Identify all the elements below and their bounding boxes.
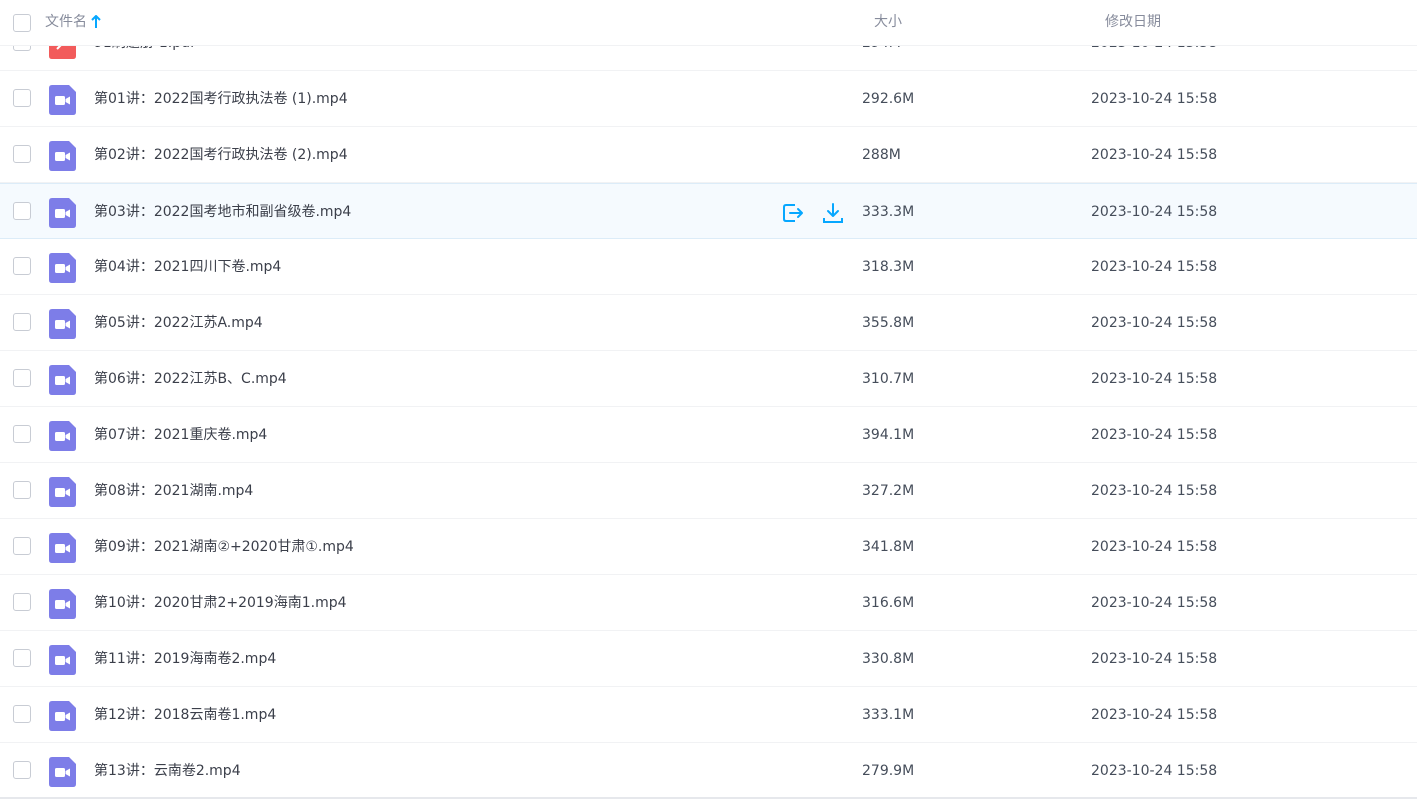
sort-ascending-icon[interactable] — [91, 15, 101, 29]
file-size: 288M — [862, 147, 901, 163]
file-modified-date: 2023-10-24 15:58 — [1091, 147, 1218, 163]
file-size: 355.8M — [862, 315, 915, 331]
row-checkbox[interactable] — [13, 537, 31, 555]
file-size: 316.6M — [862, 595, 915, 611]
file-row[interactable]: 第03讲：2022国考地市和副省级卷.mp4 333.3M 2023-10-24 1… — [0, 183, 1417, 239]
video-file-icon — [49, 589, 76, 619]
file-name[interactable]: 第01讲：2022国考行政执法卷 (1).mp4 — [94, 90, 348, 108]
file-row[interactable]: 第04讲：2021四川下卷.mp4 318.3M 2023-10-24 15:58 — [0, 239, 1417, 295]
row-checkbox[interactable] — [13, 761, 31, 779]
file-row[interactable]: 第01讲：2022国考行政执法卷 (1).mp4 292.6M 2023-10-24… — [0, 71, 1417, 127]
row-checkbox[interactable] — [13, 705, 31, 723]
file-modified-date: 2023-10-24 15:58 — [1091, 763, 1218, 779]
file-modified-date: 2023-10-24 15:58 — [1091, 595, 1218, 611]
video-file-icon — [49, 477, 76, 507]
row-checkbox[interactable] — [13, 257, 31, 275]
file-name[interactable]: 第11讲：2019海南卷2.mp4 — [94, 650, 276, 668]
file-row[interactable]: 第13讲：云南卷2.mp4 279.9M 2023-10-24 15:58 — [0, 743, 1417, 799]
file-row[interactable]: 第09讲：2021湖南②+2020甘肃①.mp4 341.8M 2023-10-24… — [0, 519, 1417, 575]
file-size: 279.9M — [862, 763, 915, 779]
file-size: 318.3M — [862, 259, 915, 275]
column-header-date[interactable]: 修改日期 — [1105, 13, 1161, 31]
file-modified-date: 2023-10-24 15:58 — [1091, 371, 1218, 387]
select-all-checkbox[interactable] — [13, 14, 31, 32]
row-checkbox[interactable] — [13, 593, 31, 611]
file-modified-date: 2023-10-24 15:58 — [1091, 651, 1218, 667]
file-name[interactable]: 第10讲：2020甘肃2+2019海南1.mp4 — [94, 594, 347, 612]
video-file-icon — [49, 198, 76, 228]
file-row[interactable]: 第11讲：2019海南卷2.mp4 330.8M 2023-10-24 15:58 — [0, 631, 1417, 687]
file-name[interactable]: 第09讲：2021湖南②+2020甘肃①.mp4 — [94, 538, 354, 556]
file-size: 327.2M — [862, 483, 915, 499]
file-name[interactable]: 第05讲：2022江苏A.mp4 — [94, 314, 263, 332]
file-modified-date: 2023-10-24 15:58 — [1091, 259, 1218, 275]
file-row[interactable]: 第05讲：2022江苏A.mp4 355.8M 2023-10-24 15:58 — [0, 295, 1417, 351]
file-size: 394.1M — [862, 427, 915, 443]
file-size: 341.8M — [862, 539, 915, 555]
row-checkbox[interactable] — [13, 202, 31, 220]
file-modified-date: 2023-10-24 15:58 — [1091, 91, 1218, 107]
file-name[interactable]: 第06讲：2022江苏B、C.mp4 — [94, 370, 287, 388]
file-row[interactable]: 第06讲：2022江苏B、C.mp4 310.7M 2023-10-24 15:58 — [0, 351, 1417, 407]
video-file-icon — [49, 757, 76, 787]
file-modified-date: 2023-10-24 15:58 — [1091, 204, 1218, 220]
file-size: 292.6M — [862, 91, 915, 107]
video-file-icon — [49, 701, 76, 731]
file-name[interactable]: 第04讲：2021四川下卷.mp4 — [94, 258, 281, 276]
row-checkbox[interactable] — [13, 425, 31, 443]
file-row[interactable]: 第10讲：2020甘肃2+2019海南1.mp4 316.6M 2023-10-24… — [0, 575, 1417, 631]
file-size: 330.8M — [862, 651, 915, 667]
file-row[interactable]: 第07讲：2021重庆卷.mp4 394.1M 2023-10-24 15:58 — [0, 407, 1417, 463]
file-modified-date: 2023-10-24 15:58 — [1091, 315, 1218, 331]
video-file-icon — [49, 141, 76, 171]
file-row[interactable]: 第12讲：2018云南卷1.mp4 333.1M 2023-10-24 15:58 — [0, 687, 1417, 743]
video-file-icon — [49, 645, 76, 675]
video-file-icon — [49, 533, 76, 563]
file-list: 91刷题册-1.pdf294M2023-10-24 15:58第01讲：2022… — [0, 0, 1417, 799]
file-name[interactable]: 第07讲：2021重庆卷.mp4 — [94, 426, 267, 444]
file-size: 333.3M — [862, 204, 915, 220]
row-checkbox[interactable] — [13, 481, 31, 499]
file-modified-date: 2023-10-24 15:58 — [1091, 539, 1218, 555]
file-row[interactable]: 第08讲：2021湖南.mp4 327.2M 2023-10-24 15:58 — [0, 463, 1417, 519]
download-icon[interactable] — [821, 201, 845, 225]
video-file-icon — [49, 85, 76, 115]
file-row[interactable]: 第02讲：2022国考行政执法卷 (2).mp4 288M 2023-10-24 1… — [0, 127, 1417, 183]
file-modified-date: 2023-10-24 15:58 — [1091, 483, 1218, 499]
video-file-icon — [49, 309, 76, 339]
file-name[interactable]: 第02讲：2022国考行政执法卷 (2).mp4 — [94, 146, 348, 164]
row-checkbox[interactable] — [13, 89, 31, 107]
file-modified-date: 2023-10-24 15:58 — [1091, 707, 1218, 723]
video-file-icon — [49, 421, 76, 451]
video-file-icon — [49, 253, 76, 283]
file-size: 333.1M — [862, 707, 915, 723]
row-checkbox[interactable] — [13, 369, 31, 387]
video-file-icon — [49, 365, 76, 395]
row-checkbox[interactable] — [13, 313, 31, 331]
share-icon[interactable] — [781, 201, 805, 225]
list-header: 文件名 大小 修改日期 — [0, 0, 1417, 46]
file-name[interactable]: 第03讲：2022国考地市和副省级卷.mp4 — [94, 203, 351, 221]
row-checkbox[interactable] — [13, 145, 31, 163]
column-header-name[interactable]: 文件名 — [45, 13, 101, 31]
file-modified-date: 2023-10-24 15:58 — [1091, 427, 1218, 443]
file-name[interactable]: 第12讲：2018云南卷1.mp4 — [94, 706, 276, 724]
file-size: 310.7M — [862, 371, 915, 387]
column-header-size[interactable]: 大小 — [874, 13, 902, 31]
column-name-label: 文件名 — [45, 14, 87, 30]
file-name[interactable]: 第13讲：云南卷2.mp4 — [94, 762, 241, 780]
file-name[interactable]: 第08讲：2021湖南.mp4 — [94, 482, 253, 500]
row-checkbox[interactable] — [13, 649, 31, 667]
